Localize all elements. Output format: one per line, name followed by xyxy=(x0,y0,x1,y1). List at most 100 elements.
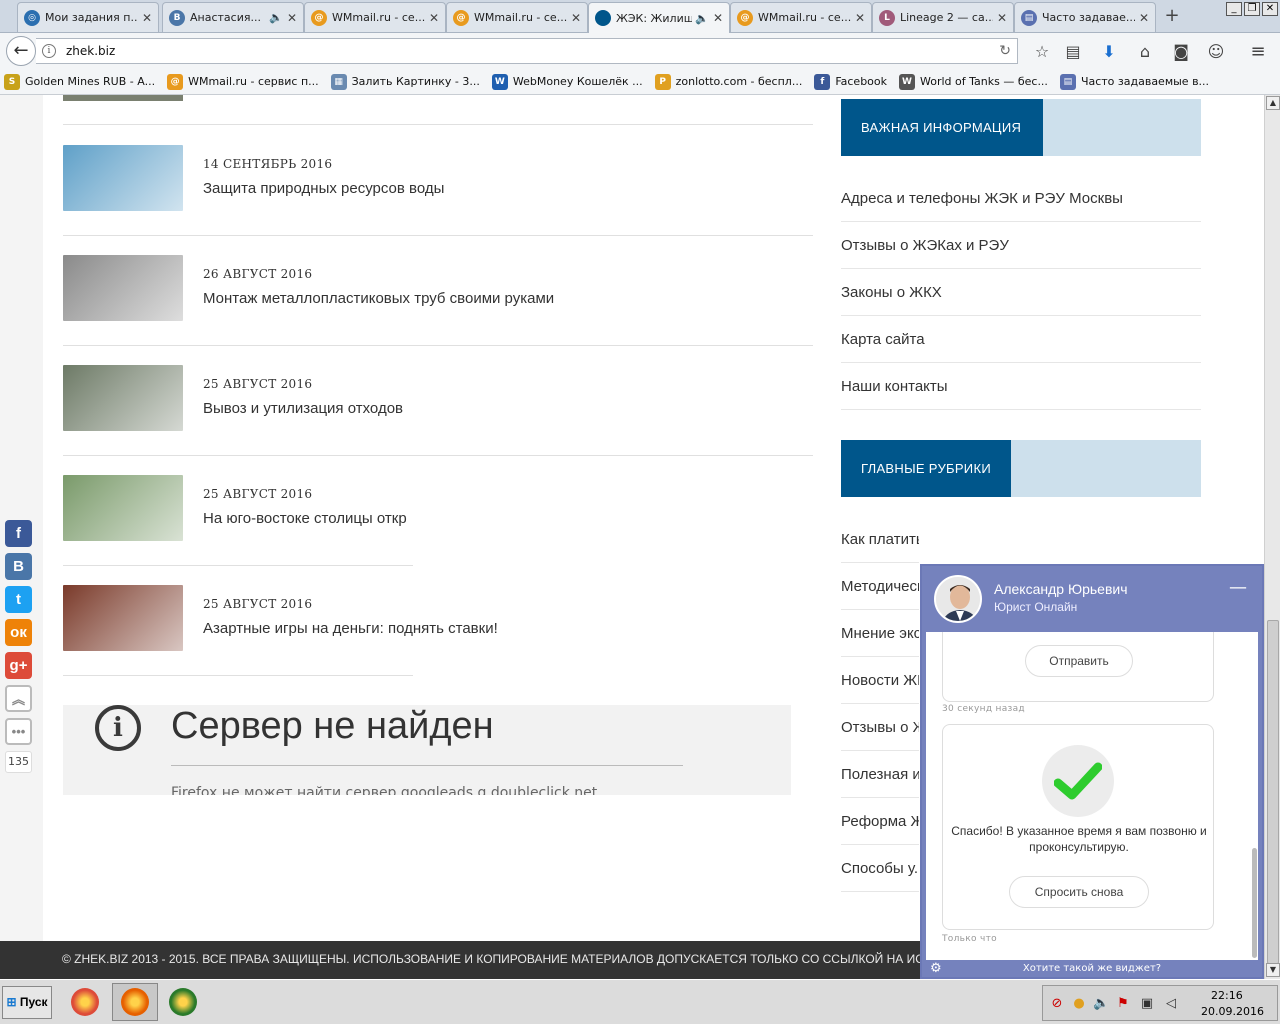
scroll-top-button[interactable]: ︽ xyxy=(5,685,32,712)
sidebar-link[interactable]: Новости ЖК... xyxy=(841,657,919,704)
sidebar-link[interactable]: Методические... xyxy=(841,563,919,610)
scroll-thumb[interactable] xyxy=(1267,620,1279,964)
widget-offer-link[interactable]: Хотите такой же виджет? xyxy=(1023,963,1161,974)
speaker-icon[interactable]: 🔈 xyxy=(269,11,283,24)
article-thumbnail[interactable] xyxy=(63,365,183,431)
twitter-share-button[interactable]: t xyxy=(5,586,32,613)
article-item[interactable]: 25 АВГУСТ 2016 Азартные игры на деньги: п… xyxy=(63,585,813,695)
url-text[interactable]: zhek.biz xyxy=(66,44,115,58)
close-tab-icon[interactable]: ✕ xyxy=(1139,11,1149,25)
article-title-link[interactable]: Монтаж металлопластиковых труб своими ру… xyxy=(203,290,554,307)
bookmark-item[interactable]: W WebMoney Кошелёк ... xyxy=(491,73,643,90)
sidebar-link[interactable]: Наши контакты xyxy=(841,363,1201,410)
google-plus-share-button[interactable]: g+ xyxy=(5,652,32,679)
reading-list-icon[interactable]: ▤ xyxy=(1062,41,1084,63)
close-tab-icon[interactable]: ✕ xyxy=(855,11,865,25)
bookmark-star-icon[interactable]: ☆ xyxy=(1031,41,1053,63)
sidebar-link[interactable]: Реформа ЖК... xyxy=(841,798,919,845)
blocked-icon[interactable]: ⊘ xyxy=(1049,996,1065,1012)
gear-icon[interactable]: ⚙ xyxy=(930,960,942,977)
pocket-icon[interactable]: ◙ xyxy=(1170,41,1192,63)
bookmark-item[interactable]: ▦ Залить Картинку - 3... xyxy=(330,73,480,90)
article-title-link[interactable]: Защита природных ресурсов воды xyxy=(203,180,444,197)
odnoklassniki-share-button[interactable]: ок xyxy=(5,619,32,646)
bookmark-item[interactable]: ▤ Часто задаваемые в... xyxy=(1059,73,1209,90)
sidebar-link[interactable]: Способы у... xyxy=(841,845,919,892)
chrome-taskbar-button[interactable] xyxy=(62,983,108,1021)
firefox-taskbar-button[interactable] xyxy=(112,983,158,1021)
article-item[interactable]: 25 АВГУСТ 2016 Вывоз и утилизация отходов xyxy=(63,365,813,475)
chat-scrollbar[interactable] xyxy=(1252,848,1257,958)
chat-addon-icon[interactable]: ☺ xyxy=(1205,41,1227,63)
minimize-button[interactable]: _ xyxy=(1226,2,1242,16)
back-button[interactable]: ← xyxy=(6,36,36,66)
close-window-button[interactable]: ✕ xyxy=(1262,2,1278,16)
facebook-share-button[interactable]: f xyxy=(5,520,32,547)
close-tab-icon[interactable]: ✕ xyxy=(287,11,297,25)
home-icon[interactable]: ⌂ xyxy=(1134,41,1156,63)
more-share-button[interactable]: ••• xyxy=(5,718,32,745)
clock-time[interactable]: 22:16 xyxy=(1211,989,1243,1002)
article-thumbnail[interactable] xyxy=(63,95,183,101)
new-tab-button[interactable]: + xyxy=(1160,5,1184,27)
close-tab-icon[interactable]: ✕ xyxy=(997,11,1007,25)
reload-icon[interactable]: ↻ xyxy=(999,43,1011,59)
minimize-chat-icon[interactable]: — xyxy=(1228,579,1248,599)
browser-tab[interactable]: B Анастасия... 🔈 ✕ xyxy=(162,2,304,32)
start-button[interactable]: ⊞ Пуск xyxy=(2,986,52,1019)
browser-tab[interactable]: @ WMmail.ru - се... ✕ xyxy=(730,2,872,32)
article-item[interactable]: 14 СЕНТЯБРЬ 2016 Защита природных ресурсо… xyxy=(63,145,813,255)
browser-tab[interactable]: ЖЭК: Жилищн...🔈 ✕ xyxy=(588,2,730,33)
url-bar[interactable]: i zhek.biz ↻ xyxy=(36,38,1018,64)
scroll-up-arrow[interactable]: ▲ xyxy=(1266,96,1280,110)
article-item[interactable]: 26 АВГУСТ 2016 Монтаж металлопластиковых … xyxy=(63,255,813,365)
browser-tab[interactable]: @ WMmail.ru - се... ✕ xyxy=(446,2,588,32)
bookmark-item[interactable]: @ WMmail.ru - сервис п... xyxy=(167,73,319,90)
article-thumbnail[interactable] xyxy=(63,585,183,651)
article-thumbnail[interactable] xyxy=(63,145,183,211)
info-icon[interactable]: i xyxy=(42,44,56,58)
close-tab-icon[interactable]: ✕ xyxy=(571,11,581,25)
sidebar-link[interactable]: Отзывы о Ж... xyxy=(841,704,919,751)
speaker-icon[interactable]: 🔈 xyxy=(695,12,709,25)
sidebar-link[interactable]: Мнение эксп... xyxy=(841,610,919,657)
sidebar-link[interactable]: Как платить меньше xyxy=(841,516,919,563)
article-item[interactable]: 25 АВГУСТ 2016 На юго-востоке столицы отк… xyxy=(63,475,813,585)
browser-tab[interactable]: @ WMmail.ru - се... ✕ xyxy=(304,2,446,32)
vkontakte-share-button[interactable]: В xyxy=(5,553,32,580)
clock-date[interactable]: 20.09.2016 xyxy=(1201,1005,1264,1018)
browser-tab[interactable]: ◎ Мои задания п... ✕ xyxy=(17,2,159,32)
article-title-link[interactable]: Азартные игры на деньги: поднять ставки! xyxy=(203,620,498,637)
maximize-button[interactable]: ❐ xyxy=(1244,2,1260,16)
article-thumbnail[interactable] xyxy=(63,255,183,321)
network-warning-icon[interactable]: ⚑ xyxy=(1115,996,1131,1012)
close-tab-icon[interactable]: ✕ xyxy=(142,11,152,25)
browser-tab[interactable]: ▤ Часто задавае... ✕ xyxy=(1014,2,1156,32)
speaker-icon[interactable]: ◁ xyxy=(1163,996,1179,1012)
article-title-link[interactable]: На юго-востоке столицы откр xyxy=(203,510,407,527)
close-tab-icon[interactable]: ✕ xyxy=(713,11,723,25)
sidebar-link[interactable]: Адреса и телефоны ЖЭК и РЭУ Москвы xyxy=(841,175,1201,222)
bookmark-item[interactable]: f Facebook xyxy=(814,73,887,90)
display-icon[interactable]: ▣ xyxy=(1139,996,1155,1012)
menu-icon[interactable]: ≡ xyxy=(1247,41,1269,63)
sidebar-link[interactable]: Законы о ЖКХ xyxy=(841,269,1201,316)
article-thumbnail[interactable] xyxy=(63,475,183,541)
page-scrollbar[interactable]: ▲ ▼ xyxy=(1264,95,1280,979)
sidebar-link[interactable]: Полезная ин... xyxy=(841,751,919,798)
browser-tab[interactable]: L Lineage 2 — са... ✕ xyxy=(872,2,1014,32)
close-tab-icon[interactable]: ✕ xyxy=(429,11,439,25)
scroll-down-arrow[interactable]: ▼ xyxy=(1266,963,1280,977)
ask-again-button[interactable]: Спросить снова xyxy=(1009,876,1149,908)
sidebar-link[interactable]: Карта сайта xyxy=(841,316,1201,363)
bookmark-item[interactable]: W World of Tanks — бес... xyxy=(899,73,1048,90)
downloads-icon[interactable]: ⬇ xyxy=(1098,41,1120,63)
article-title-link[interactable]: Вывоз и утилизация отходов xyxy=(203,400,403,417)
bookmark-item[interactable]: S Golden Mines RUB - A... xyxy=(4,73,155,90)
send-button[interactable]: Отправить xyxy=(1025,645,1133,677)
bookmark-item[interactable]: Pzonlotto.com - беспл... xyxy=(654,73,802,90)
app-tray-icon[interactable]: ● xyxy=(1071,996,1087,1012)
volume-icon[interactable]: 🔈 xyxy=(1093,996,1109,1012)
sidebar-link[interactable]: Отзывы о ЖЭКах и РЭУ xyxy=(841,222,1201,269)
kaspersky-taskbar-button[interactable] xyxy=(160,983,206,1021)
